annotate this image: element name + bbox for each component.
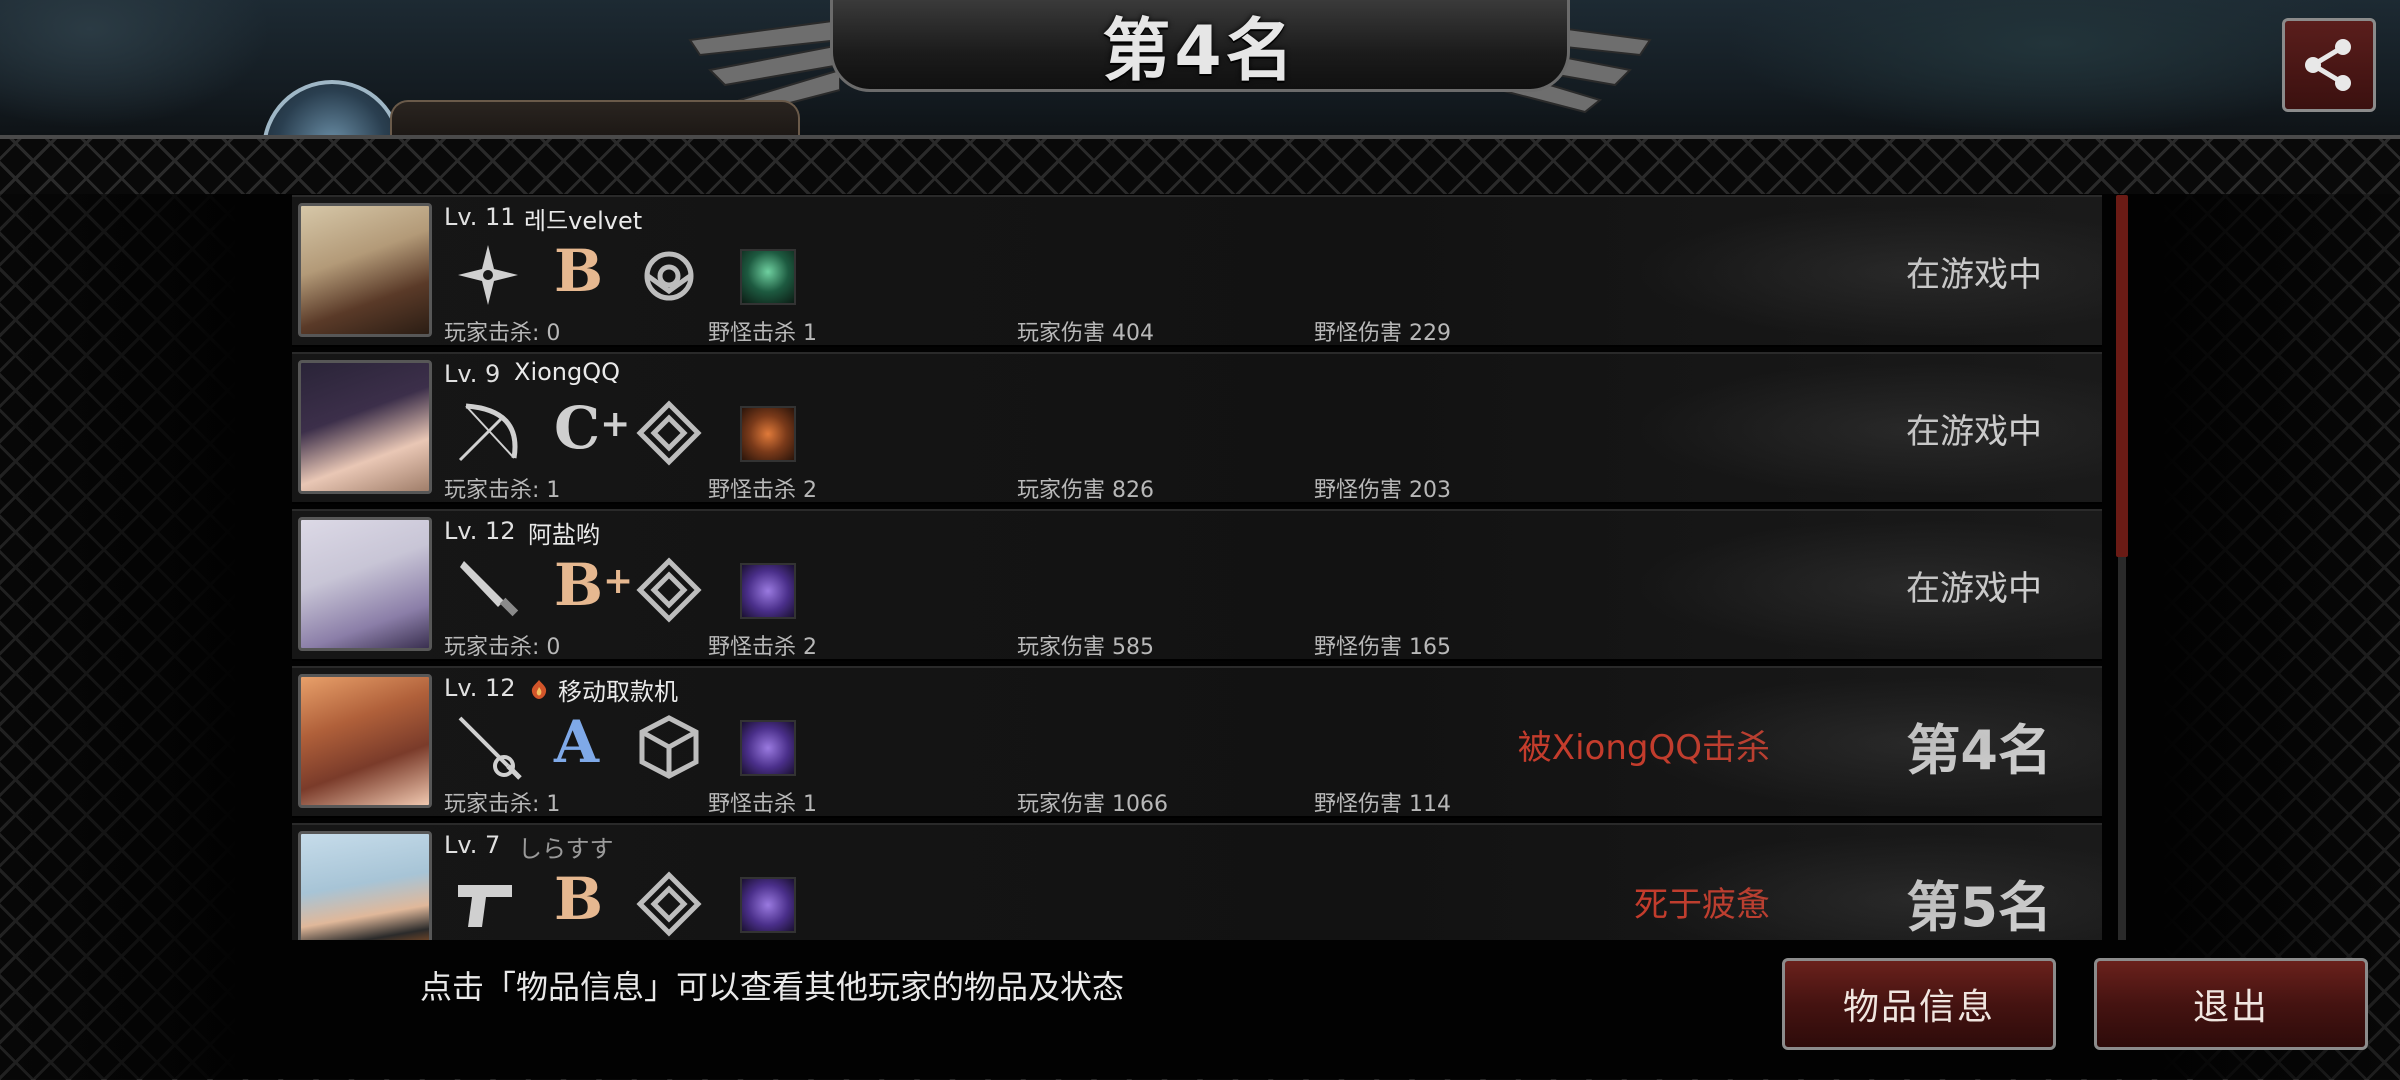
skill-icon — [740, 563, 796, 619]
monster-kills: 野怪击杀 1 — [708, 321, 817, 346]
player-name: 阿盐哟 — [528, 521, 600, 549]
rank-title-banner: 第4名 — [830, 0, 1570, 92]
monster-damage: 野怪伤害 114 — [1314, 792, 1451, 817]
monster-kills: 野怪击杀 1 — [708, 792, 817, 817]
monster-damage: 野怪伤害 165 — [1314, 635, 1451, 660]
tier-emblem-icon — [639, 715, 699, 779]
player-damage: 玩家伤害 404 — [1017, 321, 1154, 346]
skill-icon — [740, 406, 796, 462]
pistol-icon — [458, 885, 512, 927]
player-row[interactable]: Lv. 12 阿盐哟 B+ 玩家击杀: 0 野怪击杀 2 玩家伤害 585 野怪… — [292, 509, 2102, 661]
tree-silhouette-left — [0, 0, 300, 145]
skill-icon — [740, 877, 796, 933]
player-status: 在游戏中 — [1906, 255, 2042, 295]
player-name: 移动取款机 — [558, 678, 678, 706]
player-level: Lv. 12 — [444, 517, 516, 545]
player-grade: B+ — [554, 551, 634, 619]
player-grade: B — [554, 237, 604, 305]
player-level: Lv. 7 — [444, 831, 501, 859]
player-level: Lv. 9 — [444, 360, 501, 388]
rank-title: 第4名 — [1102, 12, 1298, 91]
player-row[interactable]: Lv. 9 XiongQQ C+ 玩家击杀: 1 野怪击杀 2 玩家伤害 826… — [292, 352, 2102, 504]
tier-emblem-icon — [644, 251, 694, 301]
player-grade: A — [554, 708, 600, 776]
rapier-icon — [458, 716, 522, 780]
player-damage: 玩家伤害 826 — [1017, 478, 1154, 503]
exit-button[interactable]: 退出 — [2094, 958, 2368, 1050]
share-icon — [2305, 39, 2351, 91]
player-kills: 玩家击杀: 0 — [444, 321, 561, 346]
knife-icon — [460, 561, 519, 617]
player-avatar — [298, 674, 432, 808]
monster-damage: 野怪伤害 229 — [1314, 321, 1451, 346]
death-cause: 被XiongQQ击杀 — [1517, 728, 1770, 768]
player-avatar — [298, 360, 432, 494]
player-rank: 第4名 — [1906, 719, 2052, 782]
player-avatar — [298, 831, 432, 940]
player-name: 레드velvet — [524, 207, 643, 235]
skill-icon — [740, 720, 796, 776]
share-button[interactable] — [2282, 18, 2376, 112]
player-kills: 玩家击杀: 1 — [444, 478, 561, 503]
flame-badge-icon — [531, 680, 547, 699]
bow-icon — [458, 403, 518, 462]
player-damage: 玩家伤害 1066 — [1017, 792, 1168, 817]
tier-emblem-icon — [636, 871, 702, 937]
player-kills: 玩家击杀: 0 — [444, 635, 561, 660]
player-level: Lv. 11 — [444, 203, 516, 231]
player-name: しらすす — [518, 835, 614, 863]
tier-emblem-icon — [636, 400, 702, 466]
player-row[interactable]: Lv. 7 しらすす B 死于疲惫 第5名 — [292, 823, 2102, 940]
tier-emblem-icon — [636, 557, 702, 623]
player-status: 在游戏中 — [1906, 569, 2042, 609]
player-grade: C+ — [554, 394, 631, 462]
player-rank: 第5名 — [1906, 876, 2052, 939]
shuriken-icon — [458, 245, 518, 305]
footer-bar: 点击「物品信息」可以查看其他玩家的物品及状态 物品信息 退出 — [0, 940, 2400, 1080]
player-row[interactable]: Lv. 12 移动取款机 A 玩家击杀: 1 野怪击杀 1 玩家伤害 1066 … — [292, 666, 2102, 818]
item-info-button[interactable]: 物品信息 — [1782, 958, 2056, 1050]
player-avatar — [298, 203, 432, 337]
player-damage: 玩家伤害 585 — [1017, 635, 1154, 660]
monster-kills: 野怪击杀 2 — [708, 478, 817, 503]
monster-damage: 野怪伤害 203 — [1314, 478, 1451, 503]
player-name: XiongQQ — [514, 358, 621, 386]
player-list[interactable]: Lv. 11 레드velvet B 玩家击杀: 0 野怪击杀 1 玩家伤害 40… — [292, 195, 2102, 940]
player-status: 在游戏中 — [1906, 412, 2042, 452]
death-cause: 死于疲惫 — [1634, 885, 1770, 925]
player-row[interactable]: Lv. 11 레드velvet B 玩家击杀: 0 野怪击杀 1 玩家伤害 40… — [292, 195, 2102, 347]
player-level: Lv. 12 — [444, 674, 516, 702]
player-avatar — [298, 517, 432, 651]
scrollbar-thumb[interactable] — [2116, 195, 2128, 557]
skill-icon — [740, 249, 796, 305]
player-kills: 玩家击杀: 1 — [444, 792, 561, 817]
monster-kills: 野怪击杀 2 — [708, 635, 817, 660]
hint-text: 点击「物品信息」可以查看其他玩家的物品及状态 — [420, 968, 1125, 1006]
player-grade: B — [554, 865, 604, 933]
